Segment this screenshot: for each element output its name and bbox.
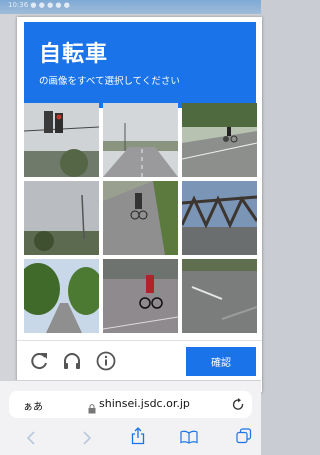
- captcha-dialog: 自転車 の画像をすべて選択してください 確認: [17, 17, 262, 392]
- reload-icon[interactable]: [27, 349, 51, 373]
- captcha-title: 自転車: [39, 42, 109, 67]
- image-tile[interactable]: [24, 259, 99, 333]
- verify-button[interactable]: 確認: [186, 347, 256, 376]
- image-tile[interactable]: [182, 259, 257, 333]
- image-tile[interactable]: [103, 259, 178, 333]
- forward-icon[interactable]: [82, 430, 92, 449]
- info-icon[interactable]: [94, 349, 118, 373]
- road-image: [103, 103, 178, 177]
- image-tile[interactable]: [103, 103, 178, 177]
- status-bar: 10:36 ● ● ● ● ●: [0, 0, 261, 14]
- captcha-header: 自転車 の画像をすべて選択してください: [24, 22, 256, 108]
- tree-street-image: [24, 259, 99, 333]
- traffic-light-image: [24, 103, 99, 177]
- image-tile[interactable]: [103, 181, 178, 255]
- cyclist-street-image: [103, 259, 178, 333]
- image-tile[interactable]: [24, 181, 99, 255]
- image-tile[interactable]: [24, 103, 99, 177]
- pavement-image: [182, 259, 257, 333]
- lock-icon: [88, 399, 96, 418]
- captcha-instruction: の画像をすべて選択してください: [39, 76, 180, 87]
- cyclist-path-image: [103, 181, 178, 255]
- url-text: shinsei.jsdc.or.jp: [99, 397, 190, 410]
- footer-divider: [17, 340, 262, 341]
- address-bar[interactable]: ぁあ shinsei.jsdc.or.jp: [9, 391, 252, 418]
- image-tile[interactable]: [182, 181, 257, 255]
- reader-settings-button[interactable]: ぁあ: [23, 398, 43, 413]
- streetlight-image: [24, 181, 99, 255]
- image-tile[interactable]: [182, 103, 257, 177]
- share-icon[interactable]: [131, 427, 145, 449]
- bridge-image: [182, 181, 257, 255]
- tabs-icon[interactable]: [236, 428, 252, 448]
- bookmarks-icon[interactable]: [180, 429, 198, 448]
- audio-icon[interactable]: [60, 349, 84, 373]
- image-grid: [24, 103, 257, 335]
- page-reload-icon[interactable]: [232, 397, 245, 416]
- cyclist-road-image: [182, 103, 257, 177]
- browser-toolbar: ぁあ shinsei.jsdc.or.jp: [0, 380, 261, 455]
- back-icon[interactable]: [26, 430, 36, 449]
- status-text: 10:36 ● ● ● ● ●: [8, 1, 70, 9]
